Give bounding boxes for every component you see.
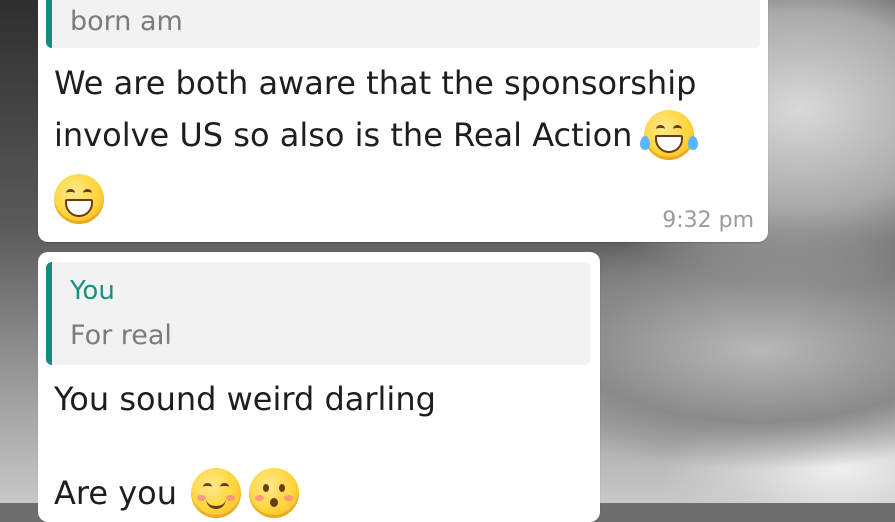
message-bubble[interactable]: born am We are both aware that the spons…: [38, 0, 768, 242]
quoted-message-text: born am: [70, 6, 183, 37]
message-text: Are you: [54, 474, 177, 512]
quoted-message-author: You: [70, 276, 115, 306]
message-text-line: We are both aware that the sponsorship: [54, 64, 697, 102]
smiling-face-icon: [191, 468, 241, 518]
message-text: involve US so also is the Real Action: [54, 116, 633, 154]
face-with-tears-of-joy-icon: [640, 110, 699, 160]
hushed-face-icon: [249, 468, 299, 518]
message-timestamp: 9:32 pm: [662, 208, 754, 233]
quoted-message[interactable]: You For real: [46, 262, 590, 365]
message-text-line-3: Are you: [54, 468, 299, 518]
message-text-line: You sound weird darling: [54, 380, 436, 418]
quote-accent-bar: [46, 0, 52, 48]
quote-accent-bar: [46, 262, 52, 365]
quoted-message-text: For real: [70, 320, 172, 351]
message-text-line-2: involve US so also is the Real Action: [54, 110, 699, 160]
emoji-row: [54, 174, 104, 224]
quoted-message[interactable]: born am: [46, 0, 760, 48]
grinning-face-icon: [54, 174, 104, 224]
message-bubble[interactable]: You For real You sound weird darling Are…: [38, 252, 600, 522]
